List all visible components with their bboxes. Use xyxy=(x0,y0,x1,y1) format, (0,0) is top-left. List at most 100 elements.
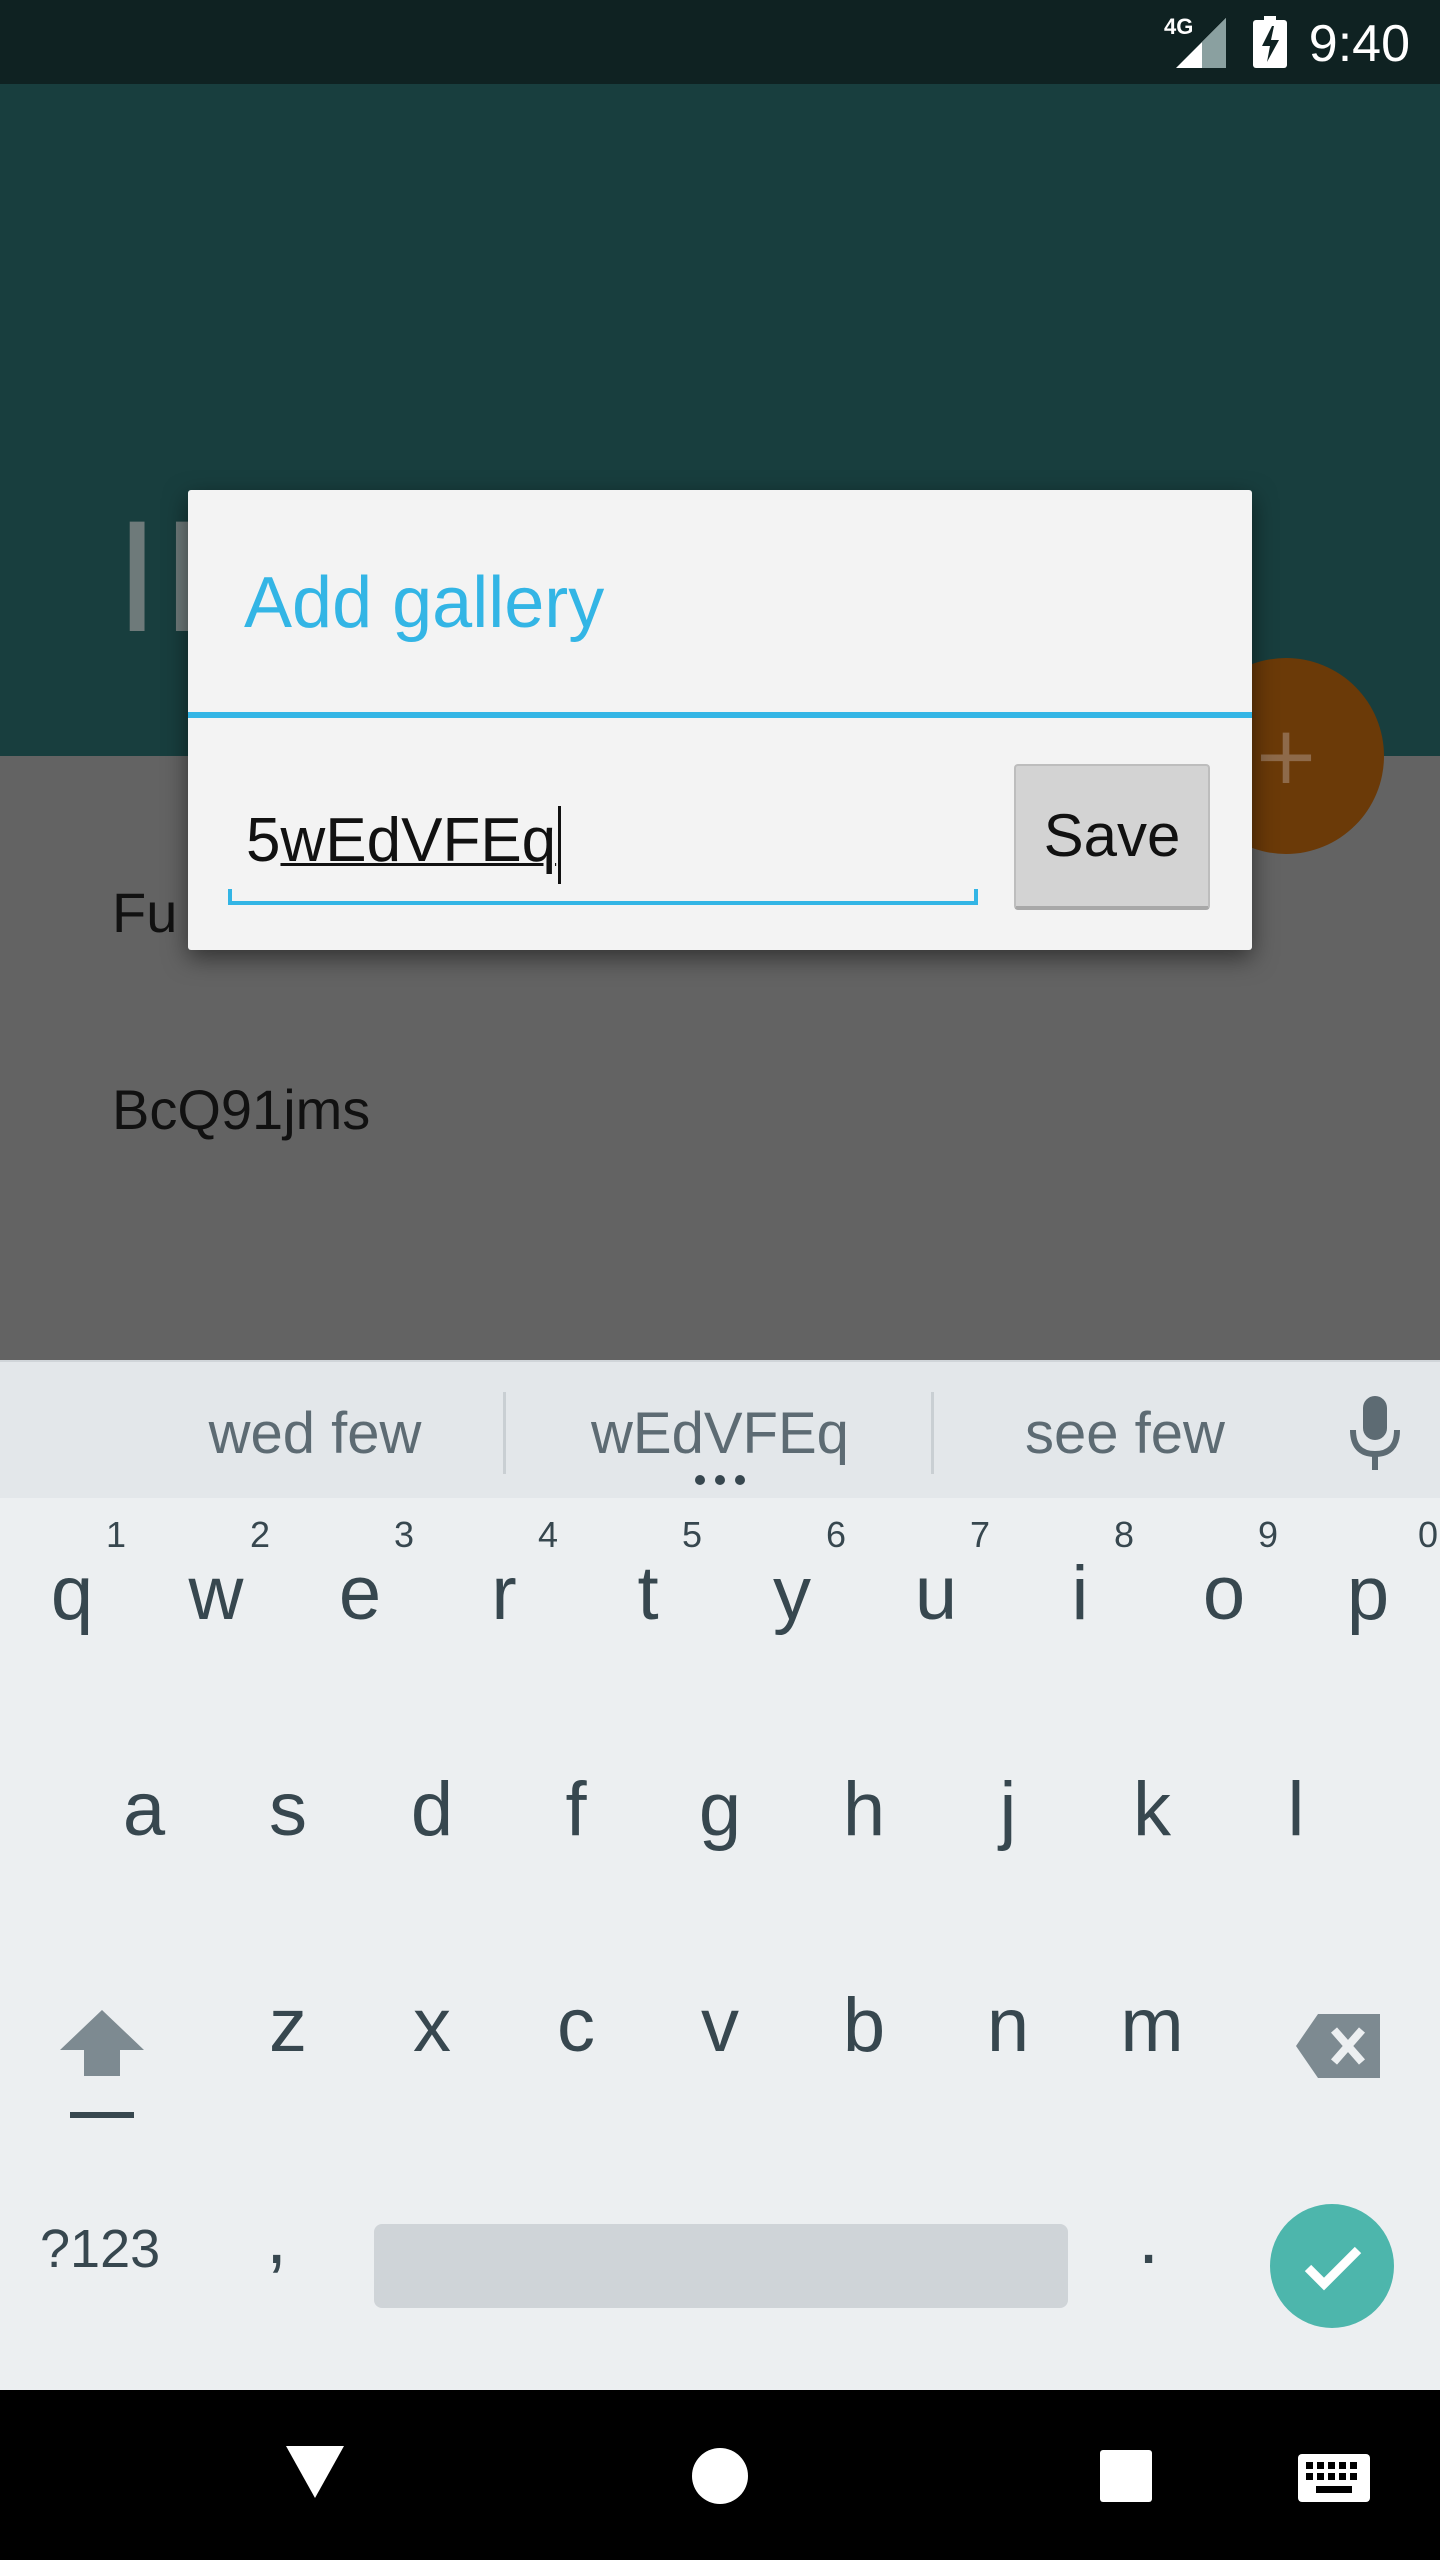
key-label: i xyxy=(1071,1551,1089,1636)
battery-charging-icon xyxy=(1253,16,1287,68)
text-cursor xyxy=(558,805,562,884)
suggestion-strip: wed few wEdVFEq see few xyxy=(0,1360,1440,1498)
key-label: t xyxy=(637,1551,659,1636)
key-s[interactable]: s xyxy=(216,1714,360,1894)
gallery-name-input[interactable]: 5wEdVFEq xyxy=(228,785,978,905)
key-label: q xyxy=(50,1551,94,1636)
input-value-prefix: 5 xyxy=(246,806,281,875)
home-icon[interactable] xyxy=(692,2448,748,2504)
period-key[interactable]: . xyxy=(1138,2194,1159,2281)
key-label: k xyxy=(1133,1767,1171,1852)
key-t[interactable]: t5 xyxy=(576,1498,720,1678)
key-hint: 4 xyxy=(537,1514,558,1555)
suggestion-divider xyxy=(931,1392,934,1474)
add-gallery-dialog: Add gallery 5wEdVFEq Save xyxy=(188,490,1252,950)
key-a[interactable]: a xyxy=(72,1714,216,1894)
back-icon[interactable] xyxy=(286,2446,344,2498)
key-label: m xyxy=(1120,1983,1184,2068)
input-underline xyxy=(228,889,978,905)
more-suggestions-icon[interactable] xyxy=(690,1474,750,1486)
key-j[interactable]: j xyxy=(936,1714,1080,1894)
key-label: o xyxy=(1202,1551,1246,1636)
key-label: v xyxy=(701,1983,739,2068)
key-p[interactable]: p0 xyxy=(1296,1498,1440,1678)
key-o[interactable]: o9 xyxy=(1152,1498,1296,1678)
key-l[interactable]: l xyxy=(1224,1714,1368,1894)
key-g[interactable]: g xyxy=(648,1714,792,1894)
key-hint: 8 xyxy=(1113,1514,1134,1555)
symbols-key[interactable]: ?123 xyxy=(40,2218,160,2280)
suggestion-right[interactable]: see few xyxy=(960,1400,1290,1467)
navigation-bar xyxy=(0,2390,1440,2560)
list-item[interactable]: BcQ91jms xyxy=(112,1077,370,1142)
key-k[interactable]: k xyxy=(1080,1714,1224,1894)
key-label: g xyxy=(698,1767,742,1852)
suggestion-left[interactable]: wed few xyxy=(150,1400,480,1467)
key-label: y xyxy=(773,1551,811,1636)
mic-icon[interactable] xyxy=(1345,1394,1405,1474)
key-y[interactable]: y6 xyxy=(720,1498,864,1678)
suggestion-divider xyxy=(503,1392,506,1474)
key-z[interactable]: z xyxy=(216,1930,360,2110)
key-hint: 0 xyxy=(1417,1514,1438,1555)
key-label: p xyxy=(1346,1551,1390,1636)
key-v[interactable]: v xyxy=(648,1930,792,2110)
key-hint: 9 xyxy=(1257,1514,1278,1555)
key-label: u xyxy=(914,1551,958,1636)
key-label: w xyxy=(188,1551,244,1636)
key-x[interactable]: x xyxy=(360,1930,504,2110)
key-h[interactable]: h xyxy=(792,1714,936,1894)
check-icon xyxy=(1304,2246,1362,2291)
key-hint: 7 xyxy=(969,1514,990,1555)
key-hint: 3 xyxy=(393,1514,414,1555)
key-label: x xyxy=(413,1983,451,2068)
key-n[interactable]: n xyxy=(936,1930,1080,2110)
key-b[interactable]: b xyxy=(792,1930,936,2110)
key-label: d xyxy=(410,1767,454,1852)
list-item[interactable]: Fu xyxy=(112,880,177,945)
key-label: s xyxy=(269,1767,307,1852)
key-label: l xyxy=(1287,1767,1305,1852)
key-hint: 6 xyxy=(825,1514,846,1555)
enter-key[interactable] xyxy=(1270,2204,1394,2328)
key-u[interactable]: u7 xyxy=(864,1498,1008,1678)
suggestion-center[interactable]: wEdVFEq xyxy=(540,1400,900,1467)
save-button[interactable]: Save xyxy=(1014,764,1210,910)
dialog-divider xyxy=(188,712,1252,718)
key-e[interactable]: e3 xyxy=(288,1498,432,1678)
key-label: h xyxy=(842,1767,886,1852)
key-label: c xyxy=(557,1983,595,2068)
key-i[interactable]: i8 xyxy=(1008,1498,1152,1678)
key-f[interactable]: f xyxy=(504,1714,648,1894)
status-time: 9:40 xyxy=(1308,15,1410,73)
key-label: z xyxy=(269,1983,307,2068)
dialog-title: Add gallery xyxy=(244,563,605,643)
key-label: f xyxy=(565,1767,587,1852)
comma-key[interactable]: , xyxy=(266,2194,287,2281)
key-m[interactable]: m xyxy=(1080,1930,1224,2110)
key-q[interactable]: q1 xyxy=(0,1498,144,1678)
recents-icon[interactable] xyxy=(1100,2450,1152,2502)
key-c[interactable]: c xyxy=(504,1930,648,2110)
key-label: r xyxy=(491,1551,517,1636)
input-value: 5wEdVFEq xyxy=(246,805,562,884)
status-bar: 4G 9:40 xyxy=(0,0,1440,84)
backspace-icon[interactable] xyxy=(1296,2014,1382,2078)
shift-icon[interactable] xyxy=(58,2006,146,2126)
key-d[interactable]: d xyxy=(360,1714,504,1894)
key-label: a xyxy=(122,1767,166,1852)
signal-icon xyxy=(1176,18,1226,68)
key-r[interactable]: r4 xyxy=(432,1498,576,1678)
spacebar[interactable] xyxy=(374,2224,1068,2308)
key-w[interactable]: w2 xyxy=(144,1498,288,1678)
input-value-composing: wEdVFEq xyxy=(280,806,557,875)
key-label: b xyxy=(842,1983,886,2068)
key-label: j xyxy=(999,1767,1017,1852)
key-hint: 2 xyxy=(249,1514,270,1555)
key-label: n xyxy=(986,1983,1030,2068)
key-hint: 5 xyxy=(681,1514,702,1555)
keyboard-icon[interactable] xyxy=(1298,2454,1370,2502)
key-label: e xyxy=(338,1551,382,1636)
key-hint: 1 xyxy=(105,1514,126,1555)
soft-keyboard: q1 w2 e3 r4 t5 y6 u7 i8 o9 p0 a s d f g … xyxy=(0,1498,1440,2390)
